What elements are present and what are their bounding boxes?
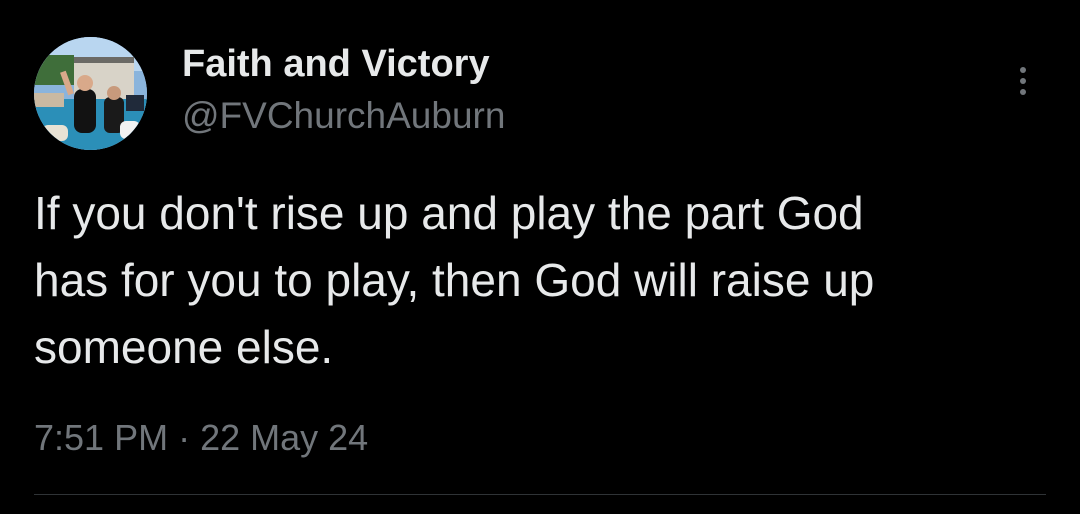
more-vertical-icon <box>1020 67 1026 73</box>
avatar-photo-icon <box>34 37 147 150</box>
more-vertical-icon-dot <box>1020 78 1026 84</box>
author-display-name[interactable]: Faith and Victory <box>182 40 490 88</box>
tweet-time: 7:51 PM <box>34 417 169 458</box>
tweet-text: If you don't rise up and play the part G… <box>34 187 875 373</box>
author-avatar[interactable] <box>34 37 147 150</box>
meta-separator: · <box>178 417 191 458</box>
tweet-timestamp[interactable]: 7:51 PM · 22 May 24 <box>34 414 368 462</box>
author-handle[interactable]: @FVChurchAuburn <box>182 92 505 140</box>
tweet: Faith and Victory @FVChurchAuburn If you… <box>0 0 1080 514</box>
divider <box>34 494 1046 495</box>
tweet-date: 22 May 24 <box>200 417 369 458</box>
more-options-button[interactable] <box>1004 60 1042 102</box>
more-vertical-icon-dot <box>1020 89 1026 95</box>
